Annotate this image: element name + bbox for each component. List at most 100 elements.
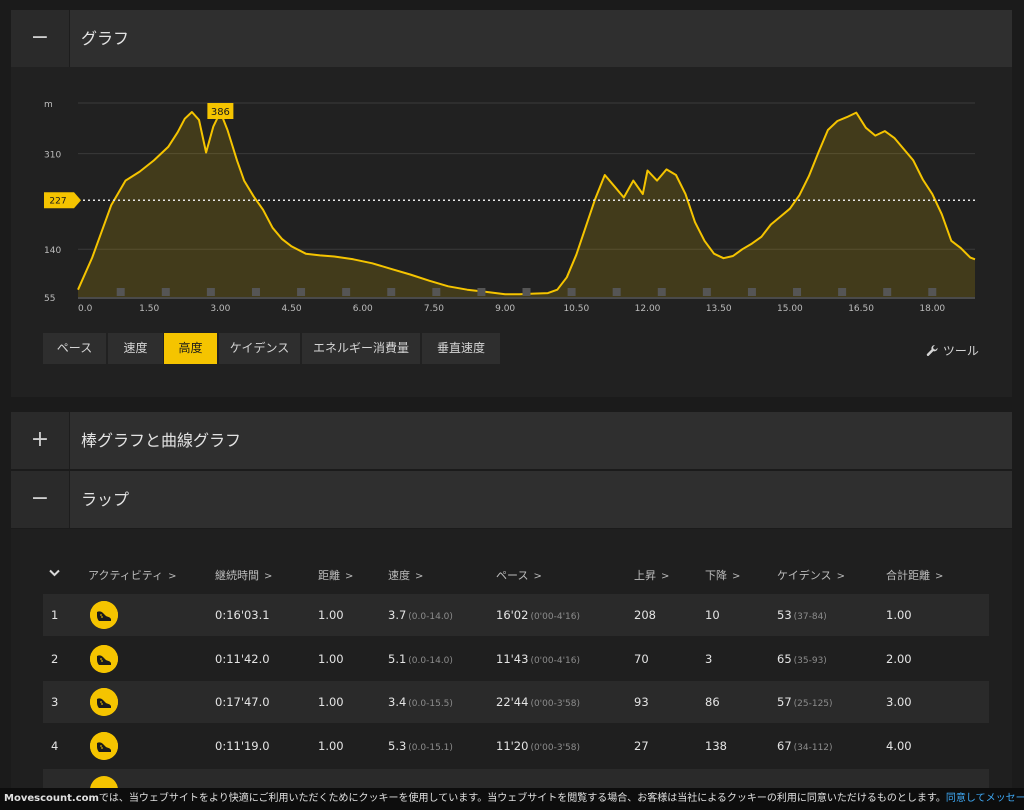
lap-number: 2 — [51, 651, 59, 666]
axis-marker — [747, 288, 756, 296]
lap-ascent: 27 — [634, 738, 649, 753]
x-tick-label: 13.50 — [706, 304, 732, 314]
col-ascent[interactable]: 上昇 > — [634, 567, 669, 583]
x-tick-label: 10.50 — [563, 304, 589, 314]
lap-distance: 1.00 — [318, 695, 344, 709]
col-speed[interactable]: 速度 > — [388, 567, 423, 583]
elevation-area — [78, 112, 975, 297]
axis-marker — [477, 288, 486, 296]
panel-title-laps: ラップ — [81, 490, 130, 509]
axis-marker — [567, 288, 576, 296]
x-tick-label: 9.00 — [495, 304, 515, 314]
peak-label: 386 — [211, 107, 230, 118]
table-row[interactable]: 3 0:17'47.0 1.00 3.4 (0.0-15.5) 22'44 (0'00-3'… — [43, 681, 989, 723]
axis-marker — [702, 288, 711, 296]
tools-label: ツール — [942, 344, 979, 358]
running-shoe-icon — [90, 688, 118, 716]
running-shoe-icon — [90, 731, 118, 760]
panel-title-bars: 棒グラフと曲線グラフ — [81, 431, 242, 450]
axis-marker — [432, 288, 441, 296]
lap-pace: 16'02 (0'00-4'16) — [496, 608, 581, 622]
bars-panel-header[interactable]: + 棒グラフと曲線グラフ — [11, 412, 1012, 469]
running-shoe-icon — [90, 601, 118, 629]
lap-ascent: 93 — [634, 695, 649, 709]
table-row-partial[interactable] — [43, 769, 989, 789]
axis-marker — [657, 288, 666, 296]
axis-marker — [838, 288, 847, 296]
accept-cookies-link[interactable]: 同意してメッセージを閉じる。 — [946, 793, 1024, 804]
x-tick-label: 7.50 — [424, 304, 444, 314]
graph-panel-header[interactable]: − グラフ — [11, 10, 1012, 67]
collapse-toggle[interactable]: − — [11, 471, 70, 528]
lap-descent: 10 — [705, 608, 720, 622]
running-shoe-icon — [90, 644, 118, 673]
lap-distance: 1.00 — [318, 651, 344, 666]
col-activity[interactable]: アクティビティ > — [88, 567, 177, 583]
lap-descent: 86 — [705, 695, 720, 709]
x-tick-label: 3.00 — [210, 304, 230, 314]
lap-speed: 3.7 (0.0-14.0) — [388, 608, 453, 622]
tools-button[interactable]: ツール — [926, 342, 979, 359]
col-pace[interactable]: ペース > — [496, 567, 542, 583]
x-tick-label: 15.00 — [777, 304, 803, 314]
x-tick-label: 12.00 — [635, 304, 661, 314]
axis-marker — [522, 288, 531, 296]
lap-total-distance: 1.00 — [886, 608, 912, 622]
brand-name: Movescount.com — [4, 793, 99, 804]
axis-marker — [251, 288, 260, 296]
axis-marker — [883, 288, 892, 296]
table-row[interactable]: 1 0:16'03.1 1.00 3.7 (0.0-14.0) 16'02 (0'00-4'… — [43, 594, 989, 636]
lap-cadence: 67 (34-112) — [777, 738, 833, 753]
chevron-down-icon[interactable] — [49, 567, 60, 580]
axis-marker — [342, 288, 351, 296]
laps-table: アクティビティ > 継続時間 > 距離 > 速度 > ペース > 上昇 > 下降 > ケイデン… — [11, 529, 1012, 789]
axis-marker — [116, 288, 125, 296]
lap-descent: 3 — [705, 651, 713, 666]
lap-cadence: 57 (25-125) — [777, 695, 833, 709]
lap-total-distance: 3.00 — [886, 695, 912, 709]
y-tick-label: 55 — [44, 294, 55, 304]
col-descent[interactable]: 下降 > — [705, 567, 740, 583]
axis-marker — [161, 288, 170, 296]
tab-speed[interactable]: 速度 — [108, 333, 163, 364]
axis-marker — [387, 288, 396, 296]
average-label: 227 — [49, 196, 66, 206]
lap-ascent: 208 — [634, 608, 656, 622]
table-row[interactable]: 2 0:11'42.0 1.00 5.1 (0.0-14.0) 11'43 (0'00-4'… — [43, 637, 989, 680]
axis-marker — [793, 288, 802, 296]
lap-speed: 5.3 (0.0-15.1) — [388, 738, 453, 753]
tab-altitude[interactable]: 高度 — [164, 333, 217, 364]
x-tick-label: 16.50 — [848, 304, 874, 314]
wrench-icon — [926, 345, 938, 356]
lap-cadence: 53 (37-84) — [777, 608, 827, 622]
lap-cadence: 65 (35-93) — [777, 651, 827, 666]
tab-energy[interactable]: エネルギー消費量 — [302, 333, 420, 364]
tab-vertical-speed[interactable]: 垂直速度 — [422, 333, 500, 364]
axis-marker — [612, 288, 621, 296]
expand-toggle[interactable]: + — [11, 412, 70, 469]
tab-pace[interactable]: ペース — [43, 333, 106, 364]
lap-number: 4 — [51, 738, 59, 753]
col-duration[interactable]: 継続時間 > — [215, 567, 272, 583]
collapse-toggle[interactable]: − — [11, 10, 70, 67]
laps-panel-header[interactable]: − ラップ — [11, 471, 1012, 528]
tab-cadence[interactable]: ケイデンス — [219, 333, 300, 364]
y-tick-label: 140 — [44, 246, 61, 256]
lap-duration: 0:11'19.0 — [215, 738, 270, 753]
lap-number: 3 — [51, 695, 59, 709]
col-cadence[interactable]: ケイデンス > — [777, 567, 845, 583]
table-row[interactable]: 4 0:11'19.0 1.00 5.3 (0.0-15.1) 11'20 (0'00-3'… — [43, 724, 989, 767]
col-distance[interactable]: 距離 > — [318, 567, 353, 583]
lap-duration: 0:17'47.0 — [215, 695, 270, 709]
axis-marker — [206, 288, 215, 296]
lap-duration: 0:16'03.1 — [215, 608, 270, 622]
lap-distance: 1.00 — [318, 608, 344, 622]
lap-pace: 11'20 (0'00-3'58) — [496, 738, 581, 753]
x-tick-label: 18.00 — [919, 304, 945, 314]
lap-ascent: 70 — [634, 651, 649, 666]
lap-pace: 11'43 (0'00-4'16) — [496, 651, 581, 666]
lap-total-distance: 4.00 — [886, 738, 912, 753]
x-tick-label: 1.50 — [139, 304, 159, 314]
x-tick-label: 4.50 — [282, 304, 302, 314]
col-total-distance[interactable]: 合計距離 > — [886, 567, 943, 583]
